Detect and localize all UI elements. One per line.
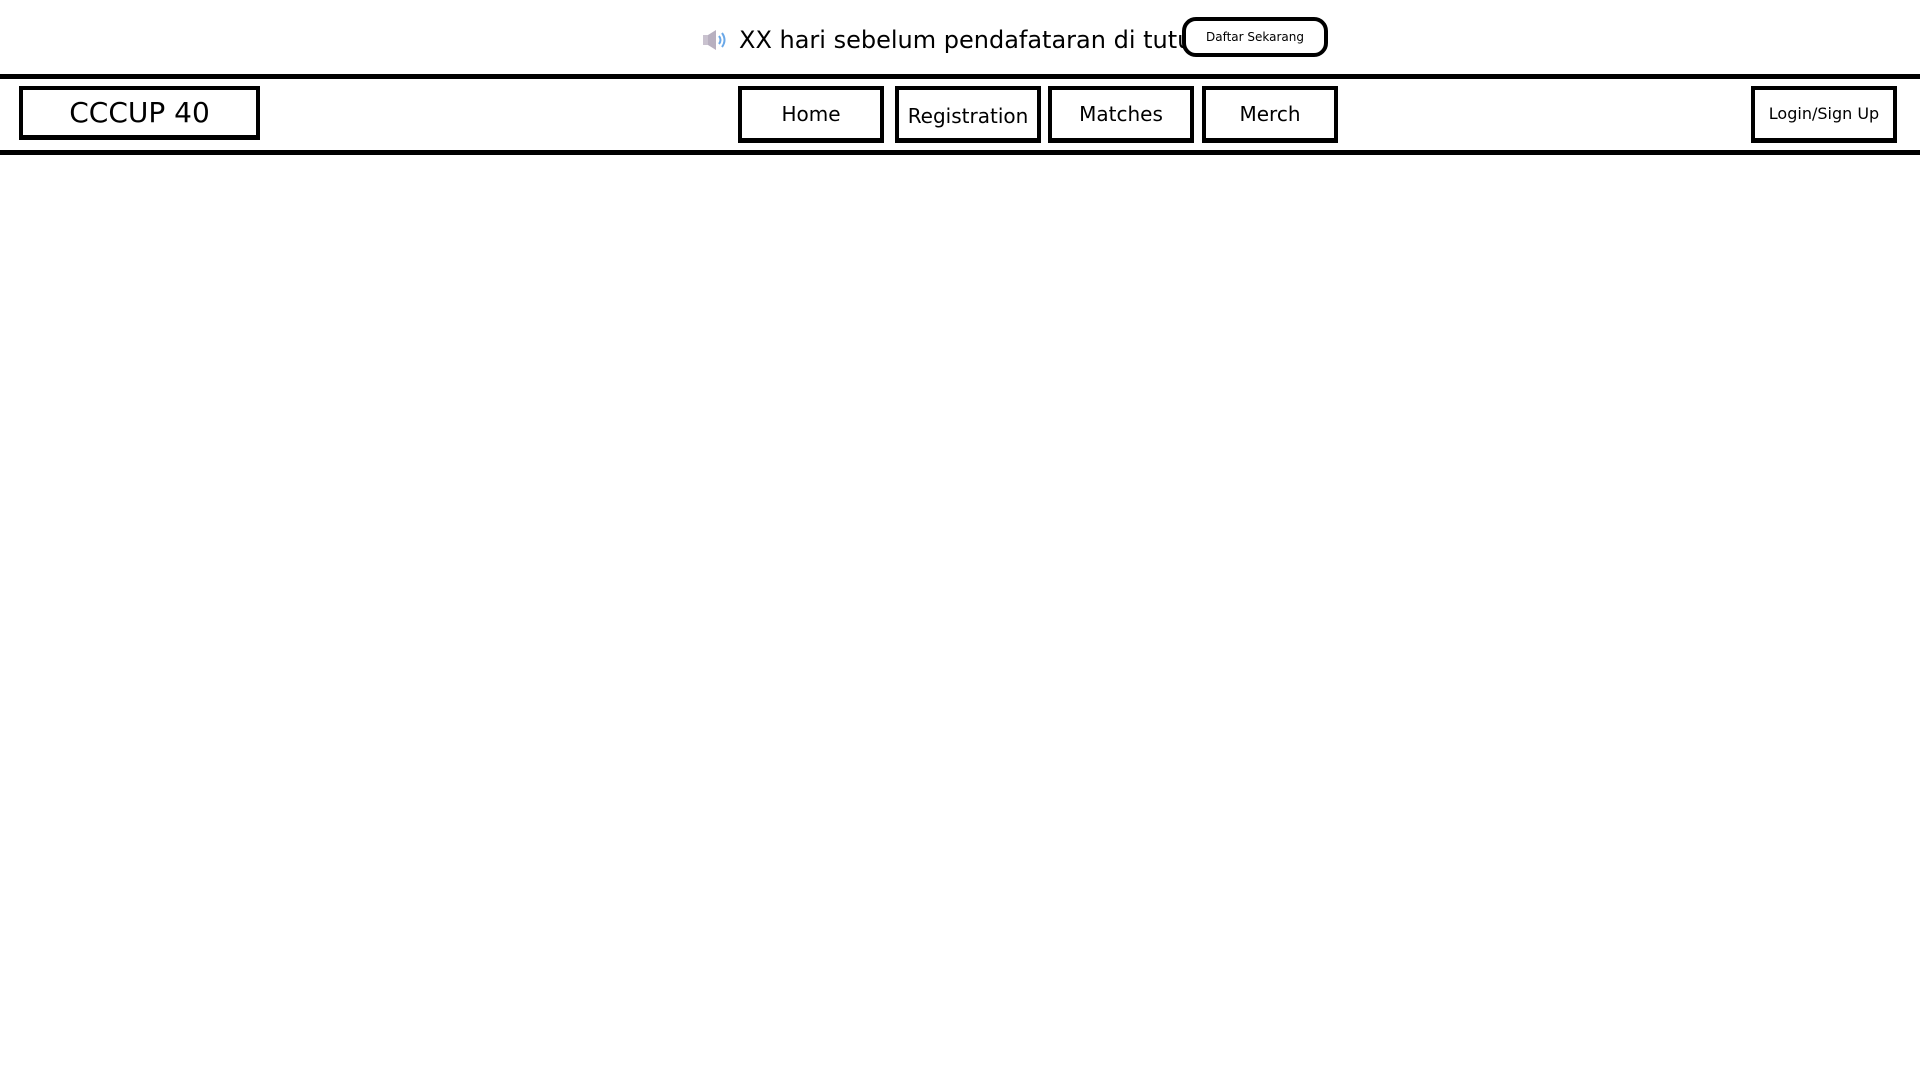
login-signup-button[interactable]: Login/Sign Up [1751, 86, 1897, 143]
nav-home-button[interactable]: Home [738, 86, 884, 143]
site-logo[interactable]: CCCUP 40 [19, 86, 260, 140]
announcement-bar: XX hari sebelum pendafataran di tutup Da… [0, 0, 1920, 75]
nav-registration-button[interactable]: Registration [895, 86, 1041, 143]
nav-matches-button[interactable]: Matches [1048, 86, 1194, 143]
header-bottom-divider [0, 150, 1920, 155]
announcement-text: XX hari sebelum pendafataran di tutup [739, 26, 1208, 54]
register-now-button[interactable]: Daftar Sekarang [1182, 17, 1328, 57]
nav-merch-button[interactable]: Merch [1202, 86, 1338, 143]
speaker-icon [702, 28, 730, 52]
header-top-divider [0, 74, 1920, 79]
